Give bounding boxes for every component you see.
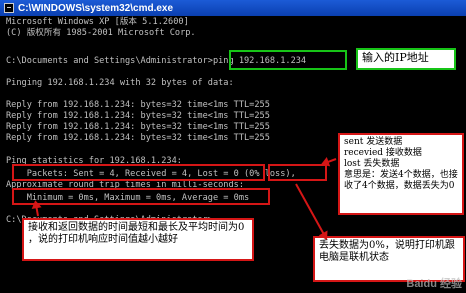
times-highlight-box: [12, 188, 270, 205]
ip-input-note: 输入的IP地址: [356, 48, 456, 70]
ip-highlight-box: [229, 50, 347, 70]
window-title: C:\WINDOWS\system32\cmd.exe: [18, 2, 174, 14]
console-line: Reply from 192.168.1.234: bytes=32 time<…: [6, 100, 270, 110]
console-line: Pinging 192.168.1.234 with 32 bytes of d…: [6, 78, 234, 88]
console-line: Reply from 192.168.1.234: bytes=32 time<…: [6, 122, 270, 132]
cmd-icon: [4, 3, 14, 13]
times-note: 接收和返回数据的时间最短和最长及平均时间为0 ，说的打印机响应时间值越小越好: [22, 218, 254, 261]
console-line: (C) 版权所有 1985-2001 Microsoft Corp.: [6, 28, 196, 38]
console-line: Reply from 192.168.1.234: bytes=32 time<…: [6, 133, 270, 143]
console-line: Reply from 192.168.1.234: bytes=32 time<…: [6, 111, 270, 121]
loss-highlight-box: [268, 164, 327, 181]
watermark-logo: Baidu 经验: [406, 278, 462, 290]
console-line: Microsoft Windows XP [版本 5.1.2600]: [6, 17, 189, 27]
packets-note: sent 发送数据 recevied 接收数据 lost 丢失数据 意思是：发送…: [338, 133, 464, 215]
packets-highlight-box: [12, 164, 265, 181]
window-titlebar[interactable]: C:\WINDOWS\system32\cmd.exe: [0, 0, 466, 16]
